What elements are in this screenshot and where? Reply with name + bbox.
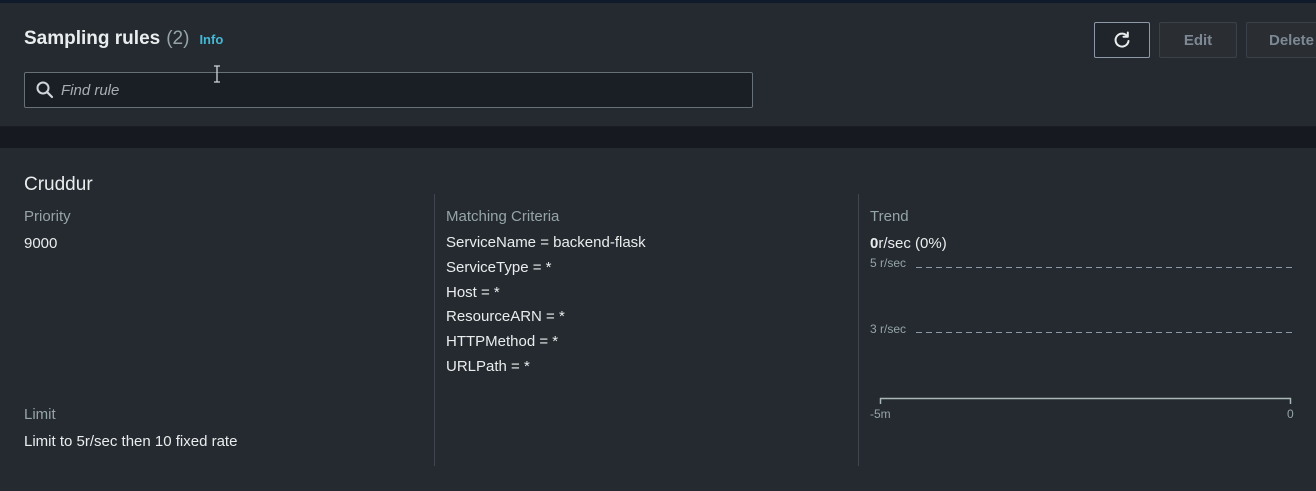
criteria-item: ServiceName = backend-flask: [446, 234, 646, 251]
y-tick-label: 3 r/sec: [870, 322, 906, 336]
refresh-icon: [1114, 31, 1130, 48]
rule-count: (2): [166, 28, 190, 49]
trend-rate: 0r/sec (0%): [870, 235, 947, 252]
x-tick-label: 0: [1287, 407, 1294, 421]
limit-value: Limit to 5r/sec then 10 fixed rate: [24, 433, 238, 450]
trend-label: Trend: [870, 208, 909, 225]
section-gap: [0, 127, 1316, 148]
criteria-item: URLPath = *: [446, 357, 530, 375]
search-input[interactable]: [55, 73, 752, 107]
criteria-item: ResourceARN = *: [446, 308, 565, 326]
matching-criteria-label: Matching Criteria: [446, 208, 560, 225]
info-link[interactable]: Info: [199, 32, 223, 47]
sampling-rules-header: Sampling rules (2) Info Edit Delete: [0, 3, 1316, 127]
criteria-item: ServiceType = *: [446, 258, 552, 276]
edit-button[interactable]: Edit: [1159, 22, 1237, 58]
delete-button[interactable]: Delete: [1246, 22, 1316, 58]
column-divider: [858, 194, 859, 466]
trend-rate-suffix: r/sec (0%): [878, 235, 947, 252]
matching-criteria-list: ServiceName = backend-flask ServiceType …: [446, 233, 646, 382]
x-tick-label: -5m: [870, 407, 891, 421]
rule-card: Cruddur Priority 9000 Limit Limit to 5r/…: [0, 148, 1316, 491]
trend-chart: 5 r/sec 3 r/sec -5m 0: [870, 256, 1294, 421]
page-title: Sampling rules: [24, 28, 161, 49]
search-icon: [36, 81, 54, 99]
criteria-item: Host = *: [446, 283, 500, 301]
priority-value: 9000: [24, 235, 58, 252]
y-tick-label: 5 r/sec: [870, 256, 906, 270]
search-field[interactable]: [24, 72, 753, 108]
priority-label: Priority: [24, 208, 71, 225]
title-row: Sampling rules (2) Info: [24, 28, 223, 50]
criteria-item: HTTPMethod = *: [446, 333, 559, 351]
rule-name[interactable]: Cruddur: [24, 174, 93, 196]
refresh-button[interactable]: [1094, 22, 1150, 58]
limit-label: Limit: [24, 406, 56, 423]
column-divider: [434, 194, 435, 466]
text-cursor-icon: [214, 65, 220, 83]
